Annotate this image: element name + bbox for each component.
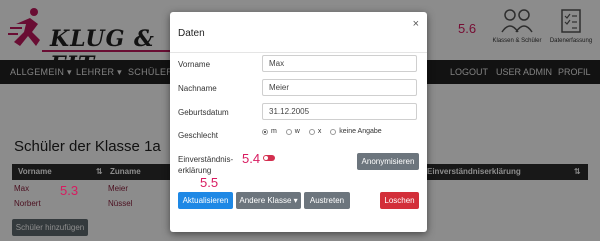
radio-keine-angabe-label: keine Angabe	[339, 128, 382, 135]
annotation-5-3: 5.3	[60, 183, 79, 198]
austreten-button[interactable]: Austreten	[304, 192, 350, 209]
radio-w-dot[interactable]	[285, 128, 292, 135]
radio-keine-angabe[interactable]: keine Angabe	[330, 128, 382, 135]
andere-klasse-dropdown[interactable]: Andere Klasse ▾	[236, 192, 301, 209]
student-data-modal: Daten × Vorname Max Nachname Meier Gebur…	[170, 12, 427, 232]
radio-x-label: x	[317, 128, 322, 135]
nachname-input[interactable]: Meier	[262, 79, 417, 96]
einverstaendnis-toggle[interactable]	[263, 155, 275, 161]
aktualisieren-button[interactable]: Aktualisieren	[178, 192, 233, 209]
loeschen-button[interactable]: Loschen	[380, 192, 419, 209]
einverstaendnis-label-line1: Einverständnis-	[178, 155, 234, 164]
modal-title: Daten	[178, 28, 205, 39]
radio-keine-angabe-dot[interactable]	[330, 128, 337, 135]
geschlecht-label: Geschlecht	[178, 131, 219, 140]
annotation-5-4: 5.4	[242, 151, 261, 166]
radio-m-label: m	[271, 128, 277, 135]
vorname-label: Vorname	[178, 60, 211, 69]
anonymisieren-button[interactable]: Anonymisieren	[357, 153, 419, 170]
modal-divider	[170, 52, 427, 53]
radio-m[interactable]: m	[262, 128, 277, 135]
annotation-5-5: 5.5	[200, 175, 219, 190]
toggle-knob	[264, 156, 268, 160]
nachname-label: Nachname	[178, 84, 217, 93]
page: KLUG & FIT Klassen & Schüler Datenerfass…	[0, 0, 600, 241]
radio-w[interactable]: w	[285, 128, 300, 135]
geburtsdatum-input[interactable]: 31.12.2005	[262, 103, 417, 120]
einverstaendnis-label-line2: erklärung	[178, 166, 212, 175]
radio-x-dot[interactable]	[308, 128, 315, 135]
geburtsdatum-label: Geburtsdatum	[178, 108, 229, 117]
radio-m-dot[interactable]	[262, 128, 268, 135]
geschlecht-radio-group: m w x keine Angabe	[262, 128, 389, 137]
vorname-input[interactable]: Max	[262, 55, 417, 72]
close-icon[interactable]: ×	[413, 18, 419, 30]
radio-x[interactable]: x	[308, 128, 322, 135]
radio-w-label: w	[294, 128, 300, 135]
